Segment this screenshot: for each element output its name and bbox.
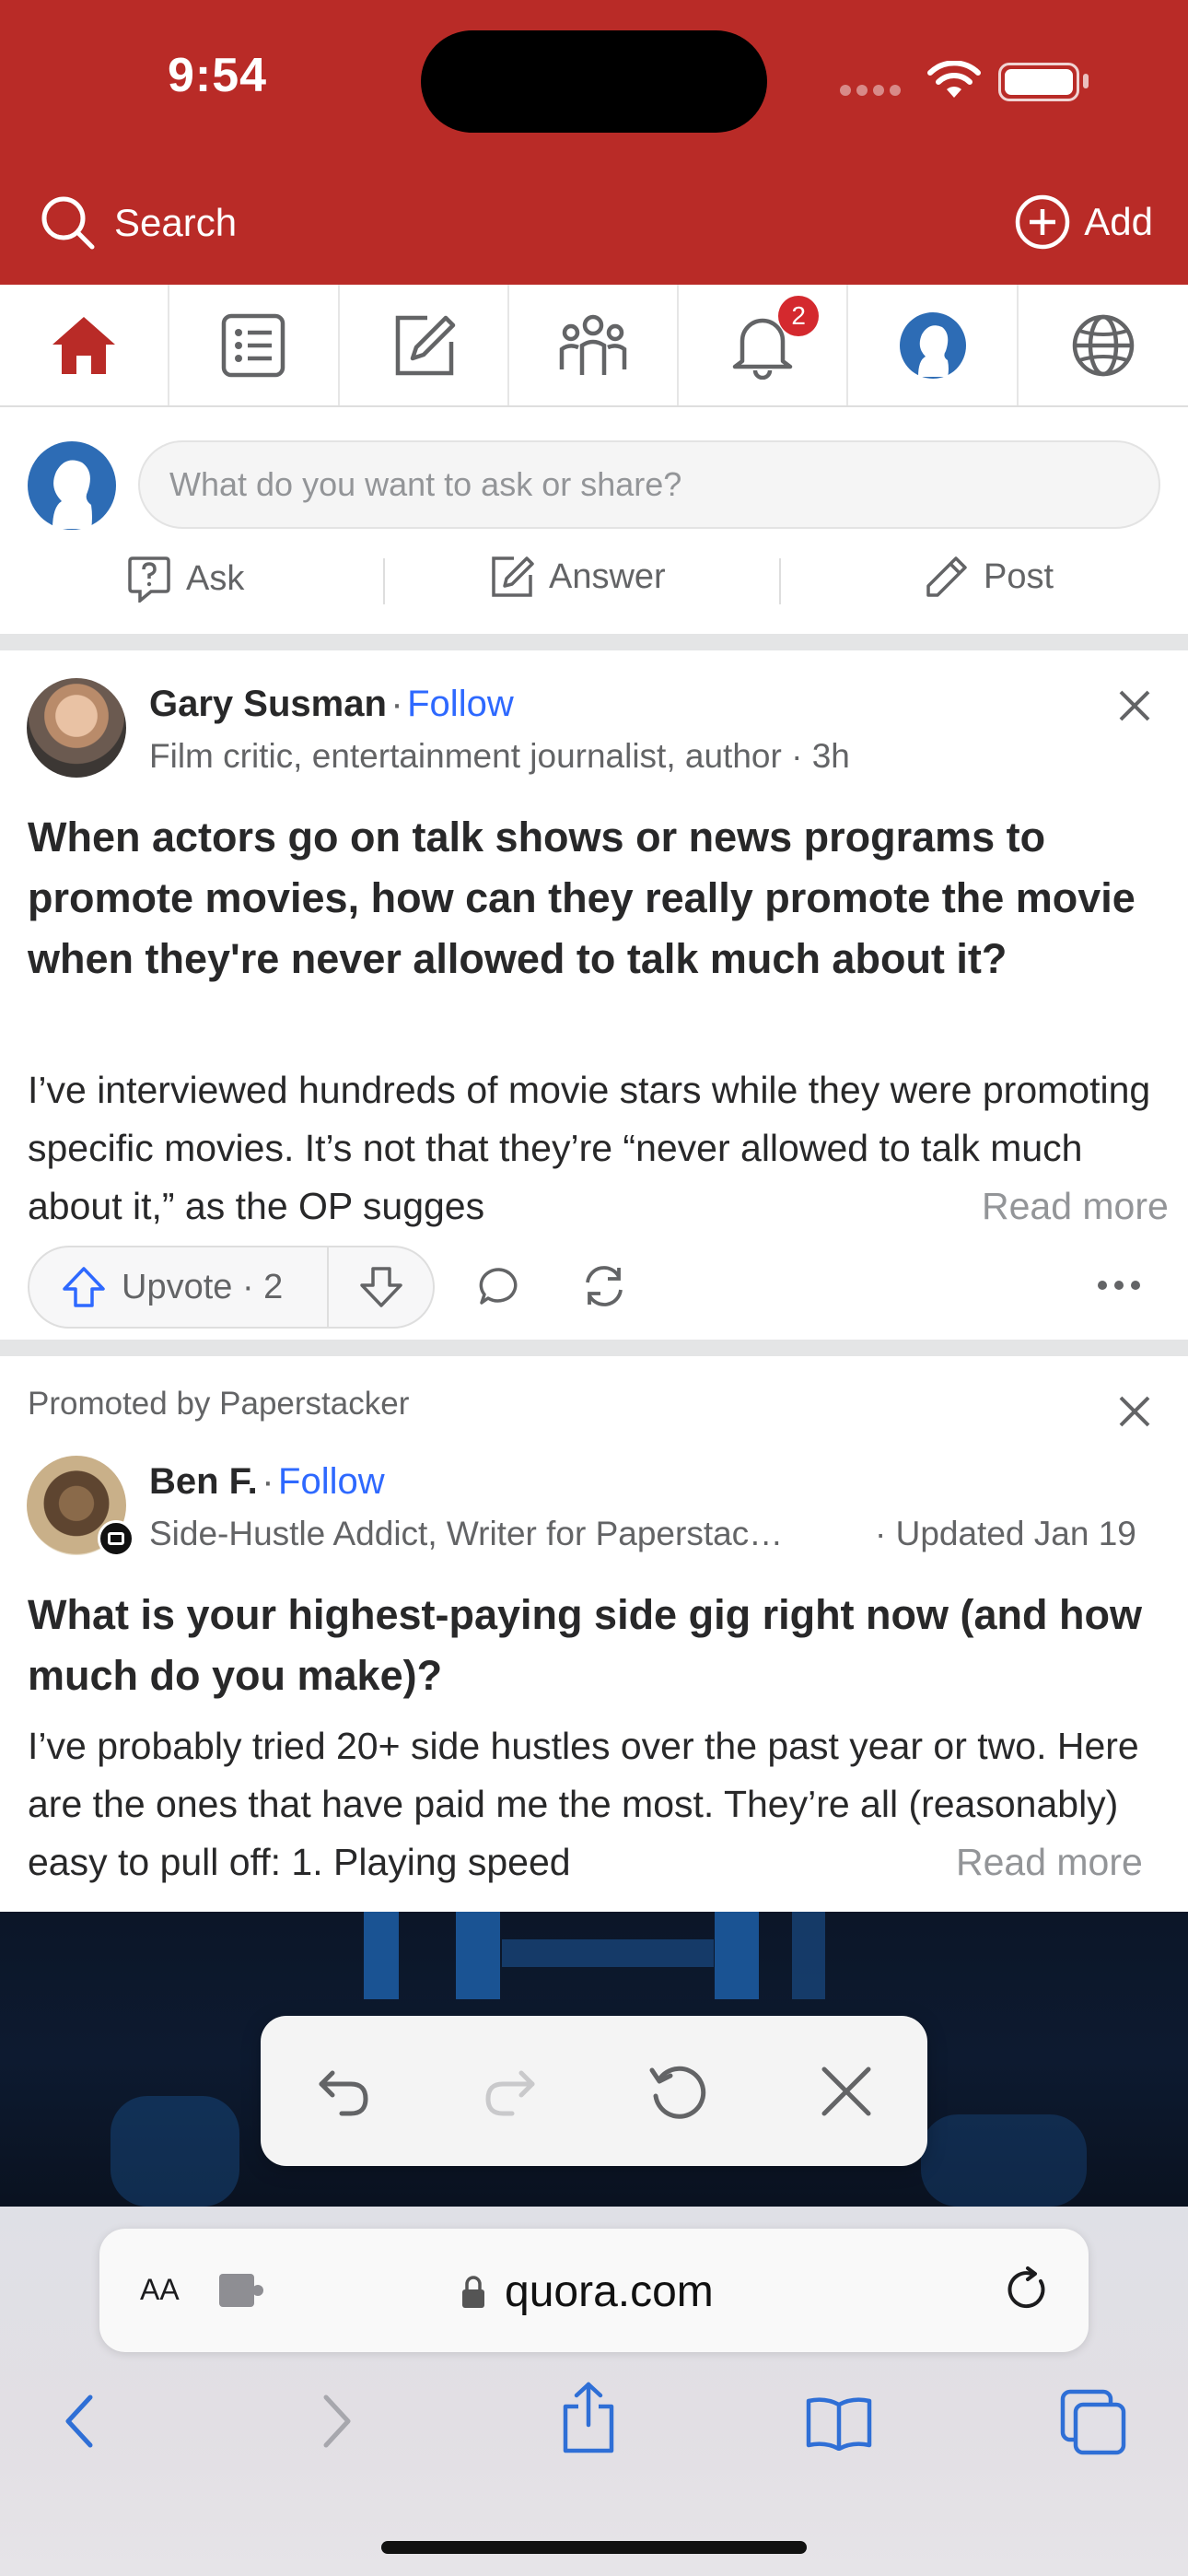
home-icon — [52, 316, 116, 374]
separator-dot: · — [390, 684, 403, 724]
edit-toolbar — [261, 2016, 927, 2166]
back-icon[interactable] — [61, 2392, 98, 2451]
aa-label: AA — [140, 2273, 180, 2306]
nav-profile[interactable] — [848, 285, 1019, 405]
separator-dot: · — [262, 1461, 274, 1502]
section-divider — [0, 634, 1188, 650]
search-label: Search — [114, 201, 238, 244]
upvote-arrow-icon — [63, 1267, 105, 1307]
main-nav: 2 — [0, 285, 1188, 407]
section-divider — [0, 1340, 1188, 1356]
author-credential: Film critic, entertainment journalist, a… — [149, 737, 850, 775]
read-more-link[interactable]: Read more — [939, 1177, 1169, 1235]
battery-icon — [998, 63, 1079, 101]
nav-languages[interactable] — [1019, 285, 1188, 405]
post-button[interactable]: Post — [925, 555, 1054, 599]
list-icon — [222, 313, 285, 377]
nav-home[interactable] — [0, 285, 170, 405]
nav-answer[interactable] — [340, 285, 509, 405]
ask-share-input[interactable]: What do you want to ask or share? — [138, 440, 1160, 529]
forward-icon[interactable] — [319, 2392, 355, 2451]
upvote-button[interactable]: Upvote · 2 — [29, 1247, 329, 1327]
bookmarks-icon[interactable] — [805, 2395, 873, 2451]
answer-label: Answer — [549, 556, 666, 596]
author-avatar[interactable] — [27, 678, 126, 778]
nav-spaces[interactable] — [509, 285, 680, 405]
top-header: 9:54 Search Add — [0, 0, 1188, 285]
notification-badge: 2 — [778, 296, 820, 336]
image-detail — [502, 1939, 714, 1967]
add-button[interactable]: Add — [1014, 193, 1153, 251]
nav-following[interactable] — [169, 285, 340, 405]
dynamic-island — [421, 30, 767, 133]
reader-options-button[interactable]: AA — [140, 2267, 180, 2309]
follow-button[interactable]: Follow — [278, 1461, 385, 1502]
author-line: Ben F. · Follow — [149, 1461, 385, 1503]
author-line: Gary Susman · Follow — [149, 684, 514, 725]
status-time: 9:54 — [168, 49, 268, 102]
nav-notifications[interactable]: 2 — [679, 285, 849, 405]
share-reshare-icon[interactable] — [580, 1262, 628, 1310]
upvote-label: Upvote · 2 — [122, 1267, 284, 1306]
question-title[interactable]: What is your highest-paying side gig rig… — [28, 1585, 1160, 1706]
url-display[interactable]: quora.com — [460, 2266, 714, 2317]
ask-label: Ask — [186, 558, 245, 598]
avatar-icon — [899, 311, 966, 379]
answer-button[interactable]: Answer — [490, 555, 666, 599]
revert-icon[interactable] — [646, 2059, 711, 2124]
add-label: Add — [1084, 200, 1153, 243]
tabs-icon[interactable] — [1059, 2388, 1127, 2456]
edit-icon — [492, 556, 534, 597]
read-more-link[interactable]: Read more — [910, 1833, 1143, 1891]
home-indicator — [381, 2541, 807, 2554]
downvote-button[interactable] — [329, 1247, 433, 1327]
share-icon[interactable] — [560, 2381, 617, 2454]
spaces-icon — [559, 314, 627, 375]
image-detail — [111, 2096, 239, 2207]
comment-icon[interactable] — [477, 1264, 521, 1308]
author-credential: Side-Hustle Addict, Writer for Paperstac… — [149, 1515, 784, 1552]
image-detail — [364, 1912, 399, 1999]
composer-divider — [383, 558, 385, 604]
promoted-label: Promoted by Paperstacker — [28, 1386, 410, 1422]
updated-date: · Updated Jan 19 — [875, 1515, 1136, 1552]
question-bubble-icon — [128, 556, 170, 603]
user-avatar[interactable] — [27, 440, 117, 531]
image-detail — [715, 1912, 759, 1999]
downvote-arrow-icon — [359, 1267, 402, 1307]
author-name[interactable]: Gary Susman — [149, 684, 387, 724]
search-icon — [41, 196, 95, 250]
image-detail — [456, 1912, 500, 1999]
battery-tip — [1083, 74, 1089, 88]
search-button[interactable]: Search — [39, 193, 237, 252]
image-detail — [921, 2114, 1087, 2207]
edit-icon — [395, 315, 455, 375]
composer-divider — [779, 558, 781, 604]
close-icon[interactable] — [1118, 689, 1151, 722]
pencil-icon — [926, 556, 967, 597]
business-badge-icon — [98, 1520, 134, 1557]
undo-icon[interactable] — [314, 2064, 373, 2119]
question-title[interactable]: When actors go on talk shows or news pro… — [28, 807, 1160, 989]
ask-button[interactable]: Ask — [127, 555, 244, 603]
extension-icon[interactable] — [217, 2272, 265, 2309]
wifi-icon — [927, 61, 981, 98]
image-detail — [792, 1912, 825, 1999]
post-label: Post — [984, 556, 1054, 596]
reload-icon[interactable] — [1004, 2265, 1050, 2314]
cellular-icon — [840, 85, 901, 96]
follow-button[interactable]: Follow — [407, 684, 514, 724]
close-icon[interactable] — [819, 2064, 874, 2119]
lock-icon — [462, 2275, 484, 2308]
url-text: quora.com — [505, 2267, 714, 2316]
globe-icon — [1072, 314, 1135, 376]
more-options-icon[interactable] — [1096, 1279, 1142, 1292]
close-icon[interactable] — [1118, 1395, 1151, 1428]
vote-control: Upvote · 2 — [28, 1246, 435, 1329]
redo-icon[interactable] — [481, 2064, 540, 2119]
author-name[interactable]: Ben F. — [149, 1461, 258, 1502]
plus-circle-icon — [1016, 194, 1070, 250]
